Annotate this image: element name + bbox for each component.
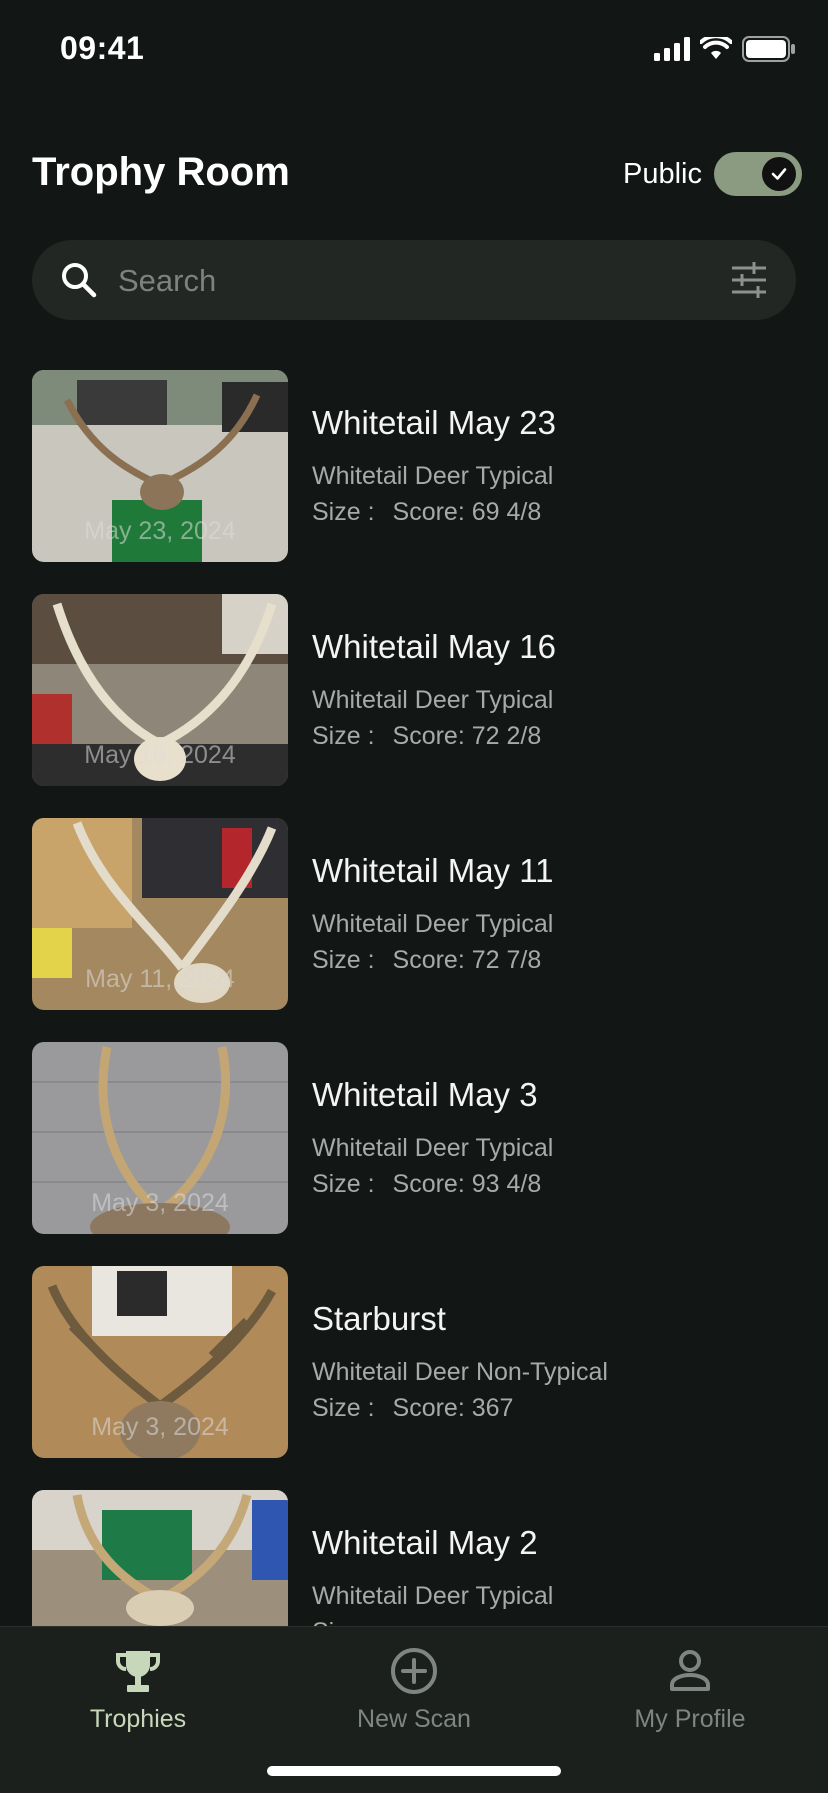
trophy-score: Score: 72 2/8 (392, 722, 542, 750)
trophy-category: Whitetail Deer Typical (312, 1582, 554, 1610)
status-time: 09:41 (60, 30, 145, 66)
trophy-list-item[interactable]: May 3, 2024 Starburst Whitetail Deer Non… (0, 1266, 828, 1458)
trophy-category: Whitetail Deer Non-Typical (312, 1358, 608, 1386)
trophy-photo: May 16, 2024 (32, 594, 288, 786)
wifi-icon (699, 34, 733, 66)
trophy-score-row: Size : Score: 367 (312, 1394, 513, 1423)
search-bar (32, 240, 796, 322)
trophy-photo (32, 1490, 288, 1626)
trophy-score-row: Size : Score: 69 4/8 (312, 498, 541, 527)
tab-label: My Profile (634, 1705, 746, 1733)
trophy-title: Whitetail May 16 (312, 628, 556, 665)
trophy-date: May 3, 2024 (91, 1413, 229, 1441)
size-label: Size : (312, 498, 375, 526)
trophy-title: Whitetail May 2 (312, 1524, 538, 1561)
battery-icon (742, 36, 796, 67)
size-label: Size : (312, 1170, 375, 1198)
trophy-list-item[interactable]: Whitetail May 2 Whitetail Deer Typical S… (0, 1490, 828, 1626)
trophy-title: Starburst (312, 1300, 446, 1337)
size-label: Size : (312, 1394, 375, 1422)
trophy-photo: May 23, 2024 (32, 370, 288, 562)
status-bar: 09:41 (0, 0, 828, 100)
home-indicator[interactable] (267, 1766, 561, 1776)
search-icon (60, 261, 98, 304)
size-label: Size : (312, 946, 375, 974)
tab-label: Trophies (89, 1705, 187, 1733)
trophy-score-row: Size : Score: 72 7/8 (312, 946, 541, 975)
trophy-score: Score: 72 7/8 (392, 946, 542, 974)
tab-my-profile[interactable]: My Profile (552, 1645, 828, 1734)
public-toggle[interactable] (714, 152, 802, 196)
public-label: Public (623, 157, 702, 190)
trophy-date: May 16, 2024 (84, 741, 236, 769)
page-title: Trophy Room (32, 150, 290, 194)
trophy-score-row: Size : (312, 1618, 393, 1626)
tab-trophies[interactable]: Trophies (0, 1645, 276, 1734)
trophy-score: Score: 367 (392, 1394, 514, 1422)
filter-icon[interactable] (730, 262, 768, 303)
trophy-title: Whitetail May 11 (312, 852, 554, 889)
trophy-category: Whitetail Deer Typical (312, 462, 554, 490)
tab-new-scan[interactable]: New Scan (276, 1645, 552, 1734)
trophy-title: Whitetail May 3 (312, 1076, 538, 1113)
trophy-date: May 11, 2024 (85, 965, 235, 993)
trophy-score: Score: 69 4/8 (392, 498, 542, 526)
check-icon (762, 157, 796, 191)
trophy-list-item[interactable]: May 11, 2024 Whitetail May 11 Whitetail … (0, 818, 828, 1010)
trophy-title: Whitetail May 23 (312, 404, 556, 441)
tab-label: New Scan (357, 1705, 471, 1733)
trophy-photo: May 11, 2024 (32, 818, 288, 1010)
trophy-icon (0, 1645, 276, 1697)
trophy-category: Whitetail Deer Typical (312, 1134, 554, 1162)
trophy-photo: May 3, 2024 (32, 1042, 288, 1234)
trophy-list-item[interactable]: May 23, 2024 Whitetail May 23 Whitetail … (0, 370, 828, 562)
person-icon (552, 1645, 828, 1697)
trophy-date: May 3, 2024 (91, 1189, 229, 1217)
trophy-category: Whitetail Deer Typical (312, 910, 554, 938)
trophy-list-item[interactable]: May 3, 2024 Whitetail May 3 Whitetail De… (0, 1042, 828, 1234)
size-label: Size : (312, 722, 375, 750)
signal-icon (654, 37, 690, 66)
search-input[interactable] (116, 240, 700, 322)
trophy-list-item[interactable]: May 16, 2024 Whitetail May 16 Whitetail … (0, 594, 828, 786)
trophy-score-row: Size : Score: 93 4/8 (312, 1170, 541, 1199)
size-label: Size : (312, 1618, 375, 1626)
header: Trophy Room Public (0, 140, 828, 210)
trophy-score-row: Size : Score: 72 2/8 (312, 722, 541, 751)
plus-circle-icon (276, 1645, 552, 1697)
public-toggle-group: Public (623, 152, 802, 196)
trophy-list: May 23, 2024 Whitetail May 23 Whitetail … (0, 370, 828, 1626)
status-icons (654, 34, 796, 67)
trophy-date: May 23, 2024 (84, 517, 236, 545)
trophy-photo: May 3, 2024 (32, 1266, 288, 1458)
trophy-score: Score: 93 4/8 (392, 1170, 542, 1198)
trophy-category: Whitetail Deer Typical (312, 686, 554, 714)
